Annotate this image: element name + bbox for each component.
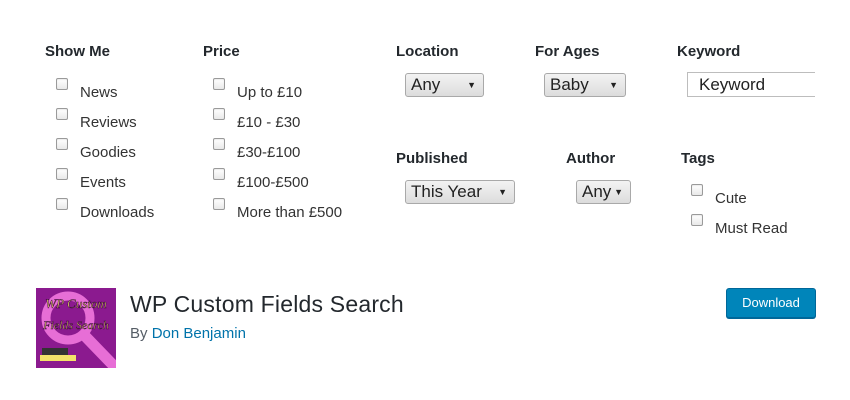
published-select-value: This Year (411, 182, 482, 201)
checkbox[interactable] (691, 214, 703, 226)
published-heading: Published (396, 150, 468, 167)
published-select[interactable]: This Year ▼ (405, 180, 515, 204)
checkbox[interactable] (56, 108, 68, 120)
checkbox[interactable] (691, 184, 703, 196)
checkbox-label: Goodies (80, 144, 136, 161)
dropdown-caret-icon: ▼ (609, 80, 618, 90)
checkbox-label: Reviews (80, 114, 137, 131)
checkbox[interactable] (213, 138, 225, 150)
author-link[interactable]: Don Benjamin (152, 325, 246, 342)
keyword-heading: Keyword (677, 43, 741, 60)
keyword-input[interactable] (687, 72, 815, 97)
plugin-logo-icon[interactable]: WP Custom Fields Search (36, 288, 116, 368)
checkbox-label: News (80, 84, 118, 101)
byline-prefix: By (130, 325, 148, 342)
author-heading: Author (566, 150, 616, 167)
download-button[interactable]: Download (726, 288, 816, 318)
screenshot-page: Show Me News Reviews Goodies Events Down… (0, 0, 850, 400)
plugin-title[interactable]: WP Custom Fields Search (130, 291, 404, 318)
checkbox[interactable] (56, 138, 68, 150)
magnifier-logo-icon: WP Custom Fields Search (36, 288, 116, 368)
checkbox-label: £100-£500 (237, 174, 309, 191)
for-ages-select[interactable]: Baby ▼ (544, 73, 626, 97)
logo-text-line2: Fields Search (42, 318, 109, 332)
checkbox[interactable] (56, 78, 68, 90)
checkbox-label: Must Read (715, 220, 788, 237)
checkbox[interactable] (213, 108, 225, 120)
checkbox-label: Downloads (80, 204, 155, 221)
checkbox[interactable] (213, 78, 225, 90)
author-select-value: Any (582, 182, 612, 201)
location-heading: Location (396, 43, 459, 60)
checkbox-label: More than £500 (237, 204, 343, 221)
checkbox-label: Events (80, 174, 126, 191)
show-me-heading: Show Me (45, 43, 111, 60)
location-select-value: Any (411, 75, 441, 94)
dropdown-caret-icon: ▼ (467, 80, 476, 90)
dropdown-caret-icon: ▼ (498, 187, 507, 197)
checkbox[interactable] (213, 198, 225, 210)
plugin-byline: By Don Benjamin (130, 325, 246, 342)
author-select[interactable]: Any ▼ (576, 180, 631, 204)
checkbox-label: £30-£100 (237, 144, 301, 161)
checkbox[interactable] (213, 168, 225, 180)
for-ages-heading: For Ages (535, 43, 600, 60)
checkbox-label: Up to £10 (237, 84, 303, 101)
dropdown-caret-icon: ▼ (614, 187, 623, 197)
checkbox-label: £10 - £30 (237, 114, 301, 131)
checkbox[interactable] (56, 198, 68, 210)
location-select[interactable]: Any ▼ (405, 73, 484, 97)
checkbox-label: Cute (715, 190, 747, 207)
checkbox[interactable] (56, 168, 68, 180)
tags-heading: Tags (681, 150, 715, 167)
price-heading: Price (203, 43, 240, 60)
for-ages-select-value: Baby (550, 75, 589, 94)
logo-text-line1: WP Custom (45, 296, 107, 311)
